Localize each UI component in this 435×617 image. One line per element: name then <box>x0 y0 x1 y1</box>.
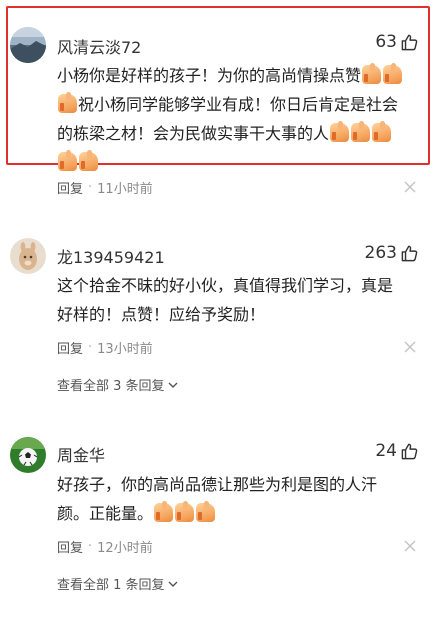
like-count[interactable]: 24 <box>375 441 419 461</box>
thumbs-up-emoji-icon <box>79 150 98 171</box>
thumbs-up-emoji-icon <box>362 63 382 84</box>
meta-separator: · <box>88 180 93 195</box>
comment-time: 12小时前 <box>97 541 153 556</box>
comment-meta: 回复 · 11小时前 <box>57 178 153 197</box>
like-count-value: 263 <box>364 243 397 263</box>
close-icon[interactable] <box>404 341 416 353</box>
thumbs-up-emoji-icon <box>330 121 350 142</box>
like-count-value: 63 <box>375 32 397 52</box>
like-count[interactable]: 63 <box>375 32 419 52</box>
avatar[interactable] <box>10 27 46 63</box>
close-icon[interactable] <box>404 181 416 193</box>
comment-time: 11小时前 <box>97 182 153 197</box>
chevron-down-icon <box>168 382 178 388</box>
thumbs-up-emoji-icon <box>175 501 195 522</box>
view-all-replies-label: 查看全部 1 条回复 <box>57 578 165 593</box>
comment-text-line: 好样的！点赞！应给予奖励！ <box>57 305 266 324</box>
thumbs-up-emoji-icon <box>372 121 392 142</box>
comment-text-line: 这个拾金不昧的好小伙，真值得我们学习，真是 <box>57 276 394 295</box>
comment-text-line: 好孩子，你的高尚品德让那些为利是图的人汗 <box>57 475 378 494</box>
thumbs-up-emoji-icon <box>351 121 371 142</box>
comment-username[interactable]: 龙139459421 <box>57 244 165 268</box>
comment-username[interactable]: 周金华 <box>57 442 105 466</box>
view-all-replies-label: 查看全部 3 条回复 <box>57 379 165 394</box>
landscape-avatar-image <box>10 27 46 63</box>
comment-text-line: 颜。正能量。 <box>57 504 154 523</box>
comment-time: 13小时前 <box>97 342 153 357</box>
comment-text-line: 的栋梁之材！会为民做实事干大事的人 <box>57 124 330 143</box>
comment-text: 这个拾金不昧的好小伙，真值得我们学习，真是 好样的！点赞！应给予奖励！ <box>57 271 419 329</box>
comment-username[interactable]: 风清云淡72 <box>57 34 141 58</box>
view-all-replies-button[interactable]: 查看全部 3 条回复 <box>57 375 179 394</box>
comment-text: 小杨你是好样的孩子！为你的高尚情操点赞 祝小杨同学能够学业有成！你日后肯定是社会… <box>57 61 419 177</box>
comment-text: 好孩子，你的高尚品德让那些为利是图的人汗 颜。正能量。 <box>57 470 419 528</box>
thumbs-up-icon[interactable] <box>400 33 419 52</box>
chevron-down-icon <box>168 581 178 587</box>
thumbs-up-emoji-icon <box>383 63 403 84</box>
meta-separator: · <box>88 340 93 355</box>
close-icon[interactable] <box>404 540 416 552</box>
avatar[interactable] <box>10 238 46 274</box>
meta-separator: · <box>88 539 93 554</box>
soccer-avatar-image <box>10 437 46 473</box>
like-count[interactable]: 263 <box>365 243 419 263</box>
comment-text-line: 祝小杨同学能够学业有成！你日后肯定是社会 <box>78 95 399 114</box>
reply-button[interactable]: 回复 <box>57 338 83 357</box>
avatar[interactable] <box>10 437 46 473</box>
thumbs-up-emoji-icon <box>154 501 174 522</box>
thumbs-up-icon[interactable] <box>400 442 419 461</box>
thumbs-up-emoji-icon <box>58 150 77 171</box>
like-count-value: 24 <box>375 441 397 461</box>
reply-button[interactable]: 回复 <box>57 537 83 556</box>
thumbs-up-icon[interactable] <box>400 244 419 263</box>
reply-button[interactable]: 回复 <box>57 178 83 197</box>
view-all-replies-button[interactable]: 查看全部 1 条回复 <box>57 574 179 593</box>
comment-meta: 回复 · 13小时前 <box>57 338 153 357</box>
thumbs-up-emoji-icon <box>196 501 216 522</box>
thumbs-up-emoji-icon <box>58 92 77 113</box>
alpaca-avatar-image <box>10 238 46 274</box>
comment-text-line: 小杨你是好样的孩子！为你的高尚情操点赞 <box>57 66 362 85</box>
comment-meta: 回复 · 12小时前 <box>57 537 153 556</box>
